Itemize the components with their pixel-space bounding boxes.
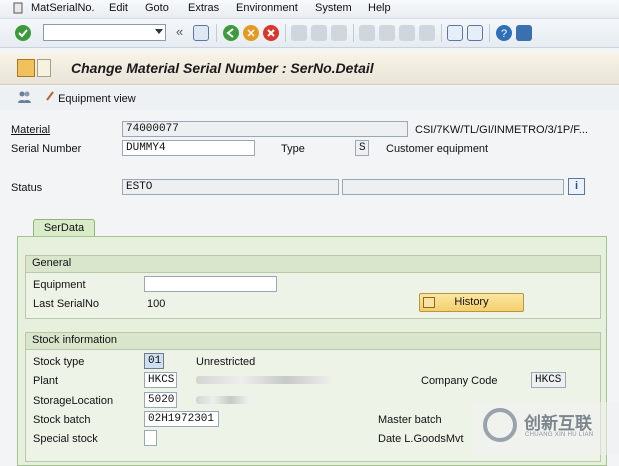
toolbar-separator	[441, 24, 442, 42]
company-code-label: Company Code	[421, 375, 498, 387]
application-toolbar: Equipment view	[0, 86, 619, 110]
toolbar-separator	[489, 24, 490, 42]
menu-matserialno[interactable]: MatSerialNo.	[31, 2, 95, 14]
last-serialno-value: 100	[147, 298, 166, 310]
history-button-label: History	[454, 296, 489, 308]
equipment-view-button[interactable]: Equipment view	[45, 90, 136, 105]
stock-information-title: Stock information	[26, 333, 600, 350]
last-serialno-label: Last SerialNo	[33, 298, 100, 310]
serial-number-field[interactable]: DUMMY4	[122, 140, 255, 156]
next-page-icon[interactable]	[399, 25, 415, 41]
plant-label: Plant	[33, 375, 59, 387]
storage-location-label: StorageLocation	[33, 395, 114, 407]
chevron-down-icon[interactable]	[155, 29, 163, 34]
find-icon[interactable]	[311, 25, 327, 41]
menu-bar: MatSerialNo. Edit Goto Extras Environmen…	[0, 0, 619, 19]
previous-page-icon[interactable]	[379, 25, 395, 41]
plant-field[interactable]: HKCS	[144, 372, 177, 388]
company-code-field[interactable]: HKCS	[531, 372, 566, 388]
menu-extras[interactable]: Extras	[188, 2, 219, 14]
watermark: 创新互联 CHUANG XIN HU LIAN	[472, 402, 619, 455]
menu-options-icon[interactable]	[17, 59, 35, 77]
find-next-icon[interactable]	[331, 25, 347, 41]
stock-type-field[interactable]: 01	[144, 353, 164, 369]
stock-batch-field[interactable]: 02H1972301	[144, 411, 219, 427]
tab-serdata[interactable]: SerData	[33, 219, 95, 237]
equipment-label: Equipment	[33, 279, 86, 291]
menu-goto[interactable]: Goto	[145, 2, 169, 14]
status-info-icon[interactable]: i	[568, 178, 585, 195]
watermark-subtext: CHUANG XIN HU LIAN	[525, 432, 594, 438]
page-title: Change Material Serial Number : SerNo.De…	[71, 60, 374, 76]
watermark-text: 创新互联	[524, 414, 592, 433]
general-group-title: General	[26, 256, 600, 273]
cancel-icon[interactable]	[263, 25, 279, 41]
shortcut-icon[interactable]	[467, 25, 483, 41]
stock-type-label: Stock type	[33, 356, 85, 368]
material-field[interactable]: 74000077	[122, 121, 408, 137]
stock-batch-label: Stock batch	[33, 414, 91, 426]
title-bar: Change Material Serial Number : SerNo.De…	[0, 53, 619, 85]
special-stock-field[interactable]	[144, 430, 157, 446]
toolbar-separator	[353, 24, 354, 42]
command-field[interactable]	[43, 24, 166, 41]
print-icon[interactable]	[291, 25, 307, 41]
enter-check-icon[interactable]	[15, 25, 31, 41]
plant-description-redacted	[196, 376, 331, 384]
material-label: Material	[11, 124, 51, 136]
pencil-icon	[45, 90, 55, 101]
back-icon[interactable]	[223, 25, 239, 41]
collapse-chevron-icon[interactable]: «	[176, 24, 183, 39]
users-icon[interactable]	[17, 90, 31, 107]
watermark-logo-icon	[483, 408, 517, 442]
standard-toolbar: « ?	[0, 19, 619, 48]
status-detail-field[interactable]	[342, 179, 564, 195]
equipment-field[interactable]	[144, 276, 277, 292]
menu-dropdown-icon[interactable]	[37, 59, 51, 77]
status-label: Status	[11, 182, 43, 194]
menu-system[interactable]: System	[315, 2, 352, 14]
create-session-icon[interactable]	[447, 25, 463, 41]
stock-type-description: Unrestricted	[196, 356, 256, 368]
type-label: Type	[281, 143, 305, 155]
toolbar-separator	[285, 24, 286, 42]
storage-location-field[interactable]: 5020	[144, 392, 177, 408]
first-page-icon[interactable]	[359, 25, 375, 41]
status-field[interactable]: ESTO	[122, 179, 339, 195]
history-button[interactable]: History	[419, 293, 524, 312]
toolbar-separator	[216, 24, 217, 42]
customize-layout-icon[interactable]	[516, 25, 532, 41]
app-menu-icon[interactable]	[13, 2, 23, 17]
type-description: Customer equipment	[386, 143, 489, 155]
svg-text:?: ?	[501, 28, 507, 40]
serial-number-label: Serial Number	[11, 143, 82, 155]
menu-environment[interactable]: Environment	[236, 2, 298, 14]
equipment-view-label: Equipment view	[58, 93, 136, 105]
master-batch-label: Master batch	[378, 414, 442, 426]
special-stock-label: Special stock	[33, 433, 98, 445]
last-page-icon[interactable]	[419, 25, 435, 41]
exit-icon[interactable]	[243, 25, 259, 41]
date-goods-movement-label: Date L.GoodsMvt	[378, 433, 464, 445]
type-field[interactable]: S	[355, 140, 369, 156]
menu-help[interactable]: Help	[368, 2, 391, 14]
help-icon[interactable]: ?	[496, 25, 512, 41]
material-description: CSI/7KW/TL/GI/INMETRO/3/1P/F...	[415, 124, 588, 136]
storage-description-redacted	[196, 396, 248, 404]
save-icon[interactable]	[193, 25, 209, 41]
menu-edit[interactable]: Edit	[109, 2, 128, 14]
